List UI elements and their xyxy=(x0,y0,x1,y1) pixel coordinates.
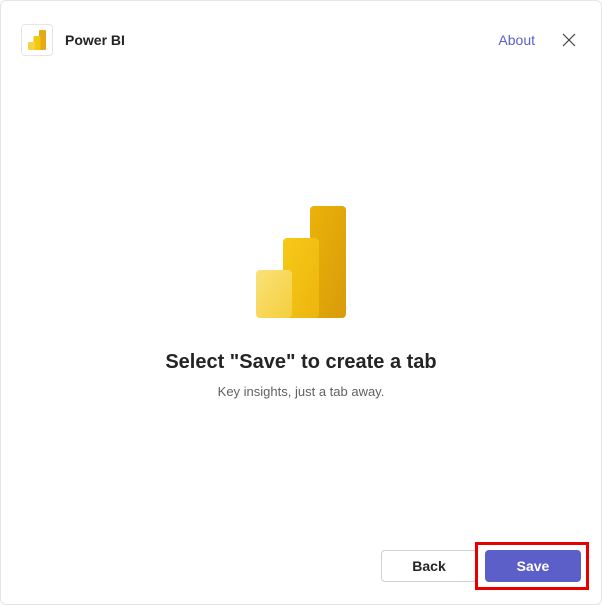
about-link[interactable]: About xyxy=(498,32,535,48)
close-icon xyxy=(562,33,576,47)
save-button[interactable]: Save xyxy=(485,550,581,582)
app-icon-small xyxy=(21,24,53,56)
dialog-container: Power BI About xyxy=(0,0,602,605)
dialog-header: Power BI About xyxy=(1,1,601,61)
dialog-footer: Back Save xyxy=(1,534,601,604)
subtitle-text: Key insights, just a tab away. xyxy=(218,384,385,399)
app-title: Power BI xyxy=(65,32,498,48)
close-button[interactable] xyxy=(557,28,581,52)
powerbi-icon xyxy=(28,30,46,50)
main-heading: Select "Save" to create a tab xyxy=(165,351,436,374)
back-button[interactable]: Back xyxy=(381,550,477,582)
dialog-content: Select "Save" to create a tab Key insigh… xyxy=(1,61,601,604)
powerbi-large-icon xyxy=(256,206,346,323)
